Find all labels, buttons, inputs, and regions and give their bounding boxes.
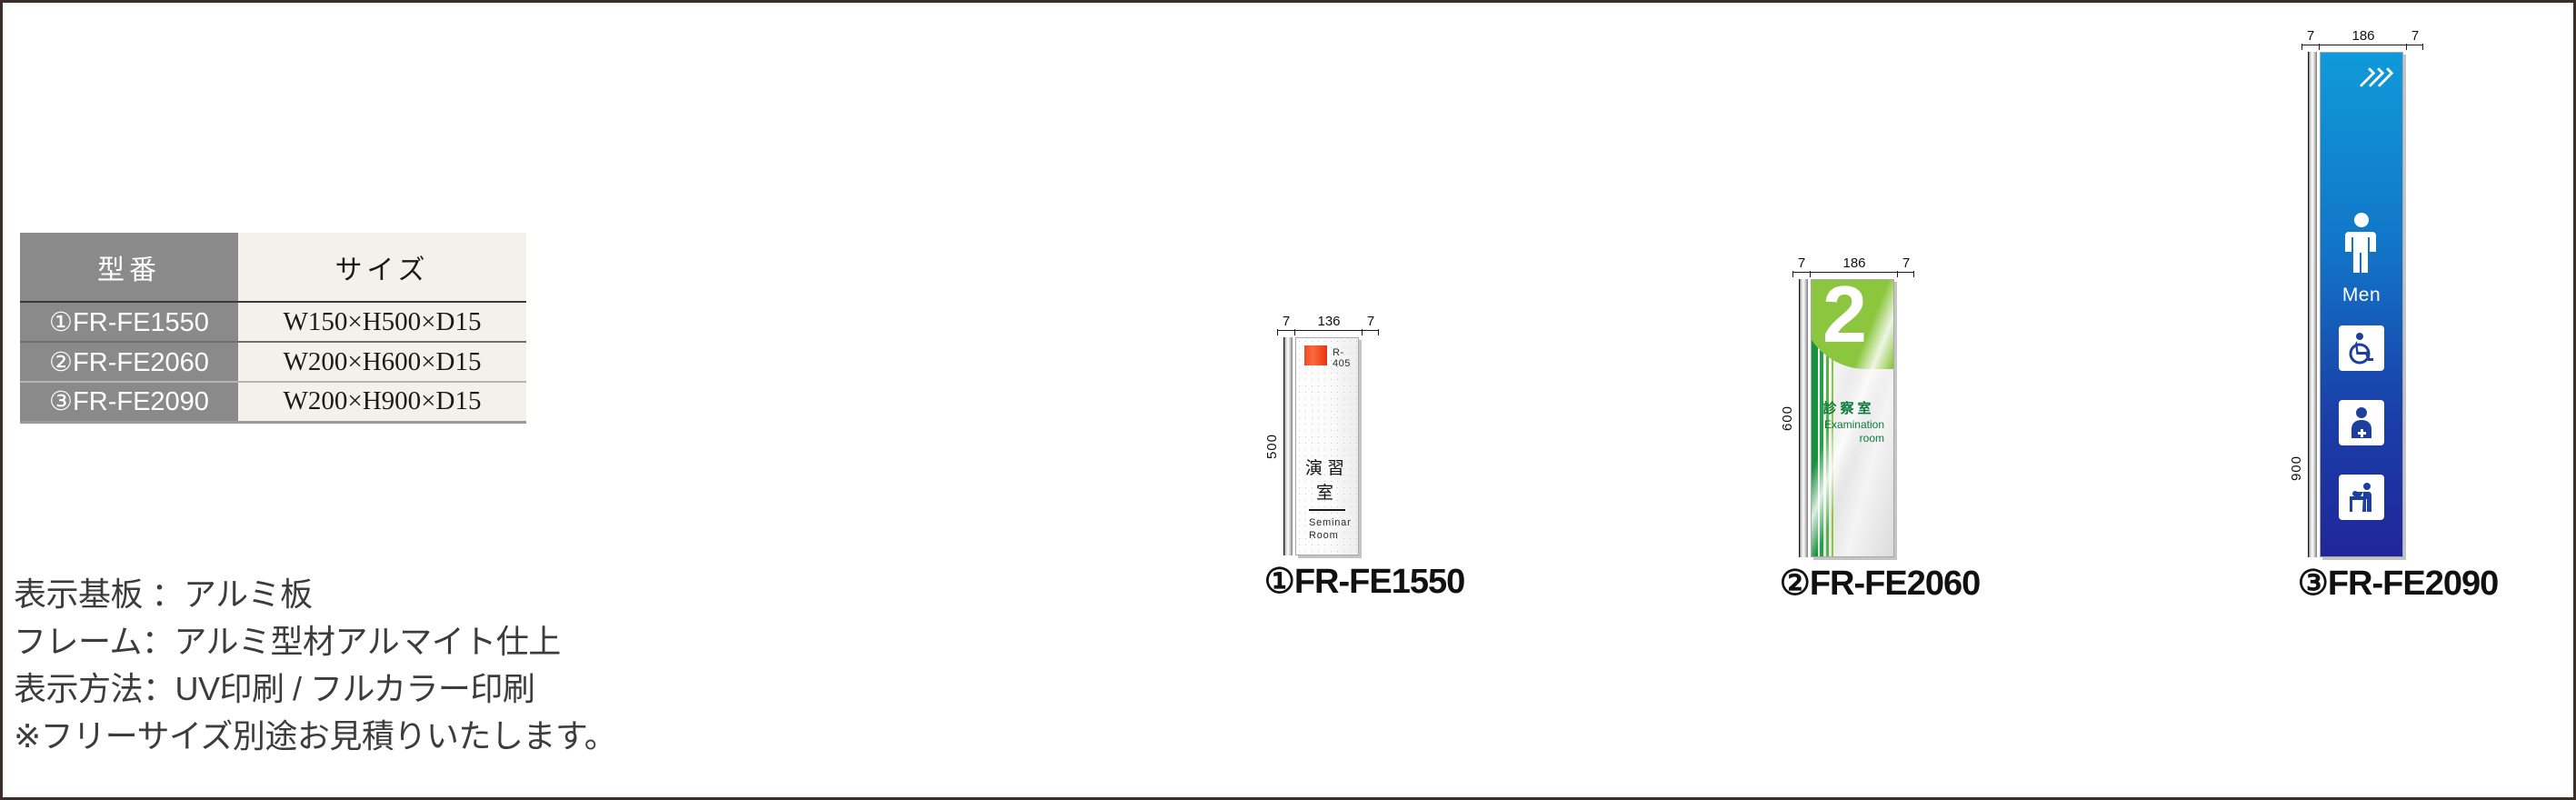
sign-panel-2: 2 診察室 Examination room — [1811, 279, 1894, 557]
table-row: ①FR-FE1550 W150×H500×D15 — [20, 301, 526, 342]
spec-note-printing: 表示方法：UV印刷 / フルカラー印刷 — [14, 670, 535, 707]
sign-caption-1: ①FR-FE1550 — [1263, 563, 1465, 601]
sign-title-jp: 診察室 — [1822, 401, 1875, 416]
dimension-right-value: 7 — [1366, 314, 1375, 329]
chevron-arrows-icon — [2355, 67, 2394, 87]
sign-title-en-line1: Examination — [1823, 418, 1884, 431]
man-pictogram-icon — [2345, 213, 2376, 273]
sign-divider — [1309, 509, 1345, 511]
dimension-height-sign1: 500 — [1264, 337, 1291, 555]
dimension-height-sign3: 900 — [2289, 52, 2315, 557]
spec-notes: 表示基板 ：アルミ板 フレーム：アルミ型材アルマイト仕上 表示方法：UV印刷 /… — [14, 571, 617, 760]
sign-caption-2: ②FR-FE2060 — [1779, 565, 1981, 603]
sign-panel-1: R-405 演習室 Seminar Room — [1295, 337, 1359, 555]
dimension-top-sign1: 7 136 7 — [1277, 314, 1379, 335]
color-code-label: R-405 — [1333, 347, 1351, 369]
wheelchair-accessible-icon — [2339, 325, 2384, 371]
cell-model: ②FR-FE2060 — [20, 341, 238, 382]
dimension-width-value: 136 — [1317, 314, 1341, 329]
sign-title-jp: 演習室 — [1304, 459, 1349, 503]
dimension-left-value: 7 — [1797, 255, 1806, 271]
sign-caption-3: ③FR-FE2090 — [2297, 565, 2499, 603]
dimension-left-value: 7 — [2306, 28, 2315, 44]
dimension-width-value: 186 — [2351, 28, 2375, 44]
sign-product-3: 7 186 7 900 Men ③FR-FE2090 — [2289, 28, 2507, 603]
sign-panel-3: Men — [2320, 52, 2403, 557]
spec-table: 型番 サイズ ①FR-FE1550 W150×H500×D15 ②FR-FE20… — [20, 233, 526, 425]
sign-title-en: Seminar Room — [1309, 516, 1352, 542]
dimension-top-sign2: 7 186 7 — [1792, 255, 1914, 277]
frame-rail-sign3 — [2309, 52, 2317, 557]
cell-size: W200×H900×D15 — [238, 381, 526, 422]
sign-product-1: 7 136 7 500 R-405 演習室 Seminar Room ①FR-F… — [1264, 314, 1465, 601]
column-header-size: サイズ — [238, 233, 526, 302]
dimension-height-value: 900 — [2289, 455, 2304, 482]
baby-changing-icon — [2339, 475, 2384, 520]
cell-model: ①FR-FE1550 — [20, 301, 238, 342]
column-header-model: 型番 — [20, 233, 238, 302]
table-row: ③FR-FE2090 W200×H900×D15 — [20, 381, 526, 422]
cell-size: W200×H600×D15 — [238, 341, 526, 382]
sign-title-en-line2: Room — [1309, 530, 1339, 541]
sign-title-en-line1: Seminar — [1309, 517, 1352, 528]
color-swatch-icon — [1304, 345, 1327, 365]
product-spec-sheet: 型番 サイズ ①FR-FE1550 W150×H500×D15 ②FR-FE20… — [0, 0, 2576, 800]
cell-size: W150×H500×D15 — [238, 301, 526, 342]
dimension-height-value: 500 — [1264, 433, 1280, 460]
sign-label-men: Men — [2341, 285, 2381, 305]
frame-rail-sign2 — [1800, 279, 1808, 557]
table-header-row: 型番 サイズ — [20, 233, 526, 302]
spec-note-substrate: 表示基板 ：アルミ板 — [14, 575, 313, 613]
dimension-right-value: 7 — [1902, 255, 1911, 271]
table-bottom-border — [238, 420, 526, 425]
cell-model: ③FR-FE2090 — [20, 381, 238, 422]
table-row: ②FR-FE2060 W200×H600×D15 — [20, 341, 526, 382]
spec-note-frame: フレーム：アルミ型材アルマイト仕上 — [14, 623, 561, 660]
sign-title-en-line2: room — [1859, 432, 1884, 445]
spec-note-freesize: ※フリーサイズ別途お見積りいたします。 — [14, 717, 617, 755]
sign-product-2: 7 186 7 600 診察室 Examination room ②FR-FE2… — [1780, 255, 1989, 603]
dimension-top-sign3: 7 186 7 — [2301, 28, 2423, 50]
sign-title-en: Examination room — [1812, 418, 1884, 445]
ostomate-icon — [2339, 400, 2384, 445]
dimension-height-sign2: 600 — [1780, 279, 1806, 557]
dimension-width-value: 186 — [1842, 255, 1866, 271]
dimension-right-value: 7 — [2411, 28, 2420, 44]
frame-rail-sign1 — [1284, 337, 1293, 555]
dimension-height-value: 600 — [1780, 405, 1795, 432]
dimension-left-value: 7 — [1282, 314, 1291, 329]
table-bottom-border — [20, 420, 238, 425]
